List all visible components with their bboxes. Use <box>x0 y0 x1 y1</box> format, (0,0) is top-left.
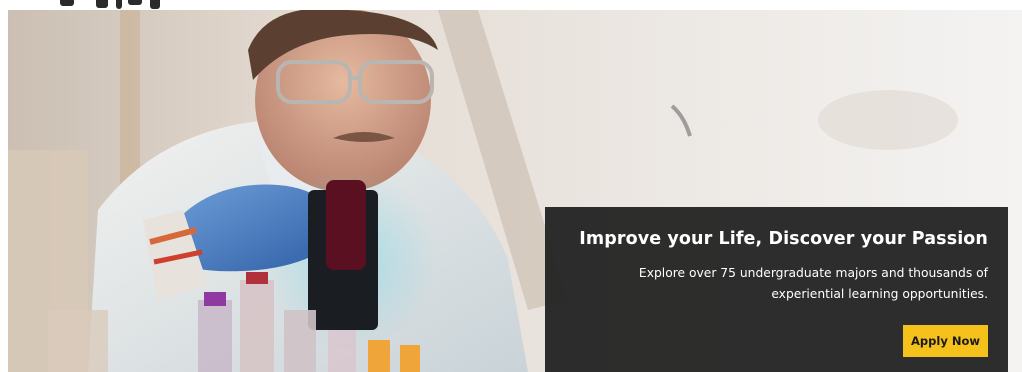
hero-banner: Improve your Life, Discover your Passion… <box>8 10 1022 372</box>
heading-glyph <box>116 0 122 9</box>
hero-overlay-card: Improve your Life, Discover your Passion… <box>545 207 1008 372</box>
page: Improve your Life, Discover your Passion… <box>0 0 1022 372</box>
apply-now-button[interactable]: Apply Now <box>903 325 988 357</box>
hero-description: Explore over 75 undergraduate majors and… <box>565 263 988 305</box>
hero-description-line-1: Explore over 75 undergraduate majors and… <box>638 266 988 280</box>
heading-glyph <box>60 0 74 6</box>
heading-glyph <box>128 0 142 5</box>
hero-description-line-2: experiential learning opportunities. <box>771 287 988 301</box>
cut-off-heading <box>0 0 1022 10</box>
heading-glyph <box>96 0 108 8</box>
heading-glyph <box>150 0 160 9</box>
hero-title: Improve your Life, Discover your Passion <box>579 229 988 249</box>
